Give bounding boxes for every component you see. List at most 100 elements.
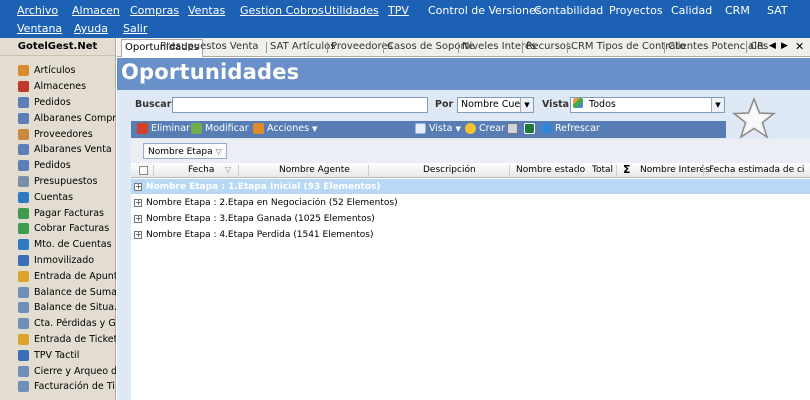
column-separator <box>509 165 510 176</box>
sidebar-item[interactable]: Pedidos <box>0 95 116 111</box>
menu-almacen[interactable]: Almacen <box>72 4 120 17</box>
excel-icon <box>524 123 535 134</box>
column-nombre-estado[interactable]: Nombre estado <box>516 165 585 175</box>
group-row[interactable]: + Nombre Etapa : 2.Etapa en Negociación … <box>131 195 810 210</box>
sidebar-item[interactable]: Cobrar Facturas <box>0 221 116 237</box>
sidebar-item[interactable]: Balance de Suma... <box>0 284 116 300</box>
sidebar-item[interactable]: Albaranes Venta <box>0 142 116 158</box>
data-grid: Fecha ▽ Nombre Agente Descripción Nombre… <box>131 163 810 400</box>
column-fecha[interactable]: Fecha <box>188 165 214 175</box>
main-panel: Oportunidades Buscar Por Nombre Cuenta ▼… <box>117 58 810 400</box>
expand-icon[interactable]: + <box>134 214 142 223</box>
tab-separator <box>383 42 384 53</box>
sidebar-item[interactable]: Proveedores <box>0 126 116 142</box>
menu-proyectos[interactable]: Proyectos <box>609 4 663 17</box>
menu-ventana[interactable]: Ventana <box>17 22 62 35</box>
sidebar-item[interactable]: Facturación de Ti... <box>0 379 116 395</box>
sidebar-item-label: Cobrar Facturas <box>34 223 110 235</box>
sidebar-item-label: Proveedores <box>34 128 93 140</box>
menu-gestion-cobros[interactable]: Gestion Cobros <box>240 4 324 17</box>
eliminar-button[interactable]: Eliminar <box>137 123 190 134</box>
refrescar-button[interactable]: Refrescar <box>541 123 600 134</box>
sidebar-item[interactable]: Cuentas <box>0 189 116 205</box>
sidebar-item[interactable]: Cta. Pérdidas y G... <box>0 316 116 332</box>
acciones-label: Acciones <box>267 123 310 134</box>
print-button[interactable] <box>507 123 521 134</box>
sum-icon[interactable]: Σ <box>623 163 631 176</box>
menu-salir[interactable]: Salir <box>123 22 147 35</box>
sidebar-item-label: Almacenes <box>34 81 87 93</box>
menu-sat[interactable]: SAT <box>767 4 788 17</box>
module-icon <box>18 96 29 108</box>
column-nombre-agente[interactable]: Nombre Agente <box>279 165 350 175</box>
module-icon <box>18 365 29 377</box>
menu-tpv[interactable]: TPV <box>388 4 409 17</box>
sidebar-item[interactable]: Balance de Situa... <box>0 300 116 316</box>
acciones-button[interactable]: Acciones ▼ <box>253 123 317 134</box>
chevron-down-icon[interactable]: ▼ <box>520 98 533 112</box>
vista-select[interactable]: Todos ▼ <box>570 97 725 113</box>
excel-button[interactable] <box>524 123 538 134</box>
menu-compras[interactable]: Compras <box>130 4 179 17</box>
menu-crm[interactable]: CRM <box>725 4 750 17</box>
column-descripcion[interactable]: Descripción <box>423 165 476 175</box>
group-row[interactable]: + Nombre Etapa : 1.Etapa Inicial (93 Ele… <box>131 179 810 194</box>
sidebar-item[interactable]: Pedidos <box>0 158 116 174</box>
modificar-button[interactable]: Modificar <box>191 123 249 134</box>
select-all-checkbox[interactable] <box>139 166 148 175</box>
column-nombre-interes[interactable]: Nombre Interés <box>640 165 710 175</box>
expand-icon[interactable]: + <box>134 182 142 191</box>
sidebar-item[interactable]: Presupuestos <box>0 174 116 190</box>
sidebar-item[interactable]: Pagar Facturas <box>0 205 116 221</box>
expand-icon[interactable]: + <box>134 230 142 239</box>
vista-button[interactable]: Vista ▼ <box>415 123 461 134</box>
expand-icon[interactable]: + <box>134 198 142 207</box>
sidebar-item[interactable]: TPV Tactil <box>0 347 116 363</box>
crear-button[interactable]: Crear <box>465 123 505 134</box>
sidebar-item[interactable]: Artículos <box>0 63 116 79</box>
sidebar-item[interactable]: Entrada de Tickets <box>0 332 116 348</box>
group-by-chip[interactable]: Nombre Etapa ▽ <box>143 143 227 159</box>
filter-icon[interactable]: ▽ <box>215 147 221 156</box>
module-icon <box>18 191 29 203</box>
menu-calidad[interactable]: Calidad <box>671 4 712 17</box>
sidebar-item[interactable]: Cierre y Arqueo d... <box>0 363 116 379</box>
menu-control-versiones[interactable]: Control de Versiones <box>428 4 541 17</box>
sidebar-item[interactable]: Inmovilizado <box>0 253 116 269</box>
sidebar-item-label: Cierre y Arqueo d... <box>34 365 116 377</box>
sidebar-item-label: Balance de Suma... <box>34 286 116 298</box>
menu-utilidades[interactable]: Utilidades <box>324 4 379 17</box>
sidebar-item[interactable]: Mto. de Cuentas <box>0 237 116 253</box>
column-total[interactable]: Total <box>592 165 613 175</box>
refresh-icon <box>541 123 552 134</box>
menu-archivo[interactable]: Archivo <box>17 4 58 17</box>
sidebar-item-label: Pedidos <box>34 96 71 108</box>
menu-contabilidad[interactable]: Contabilidad <box>534 4 603 17</box>
tab-close-icon[interactable]: ✕ <box>795 40 804 53</box>
tab-presupuestos-venta[interactable]: Presupuestos Venta <box>160 41 259 52</box>
group-row[interactable]: + Nombre Etapa : 3.Etapa Ganada (1025 El… <box>131 211 810 226</box>
column-fecha-estimada[interactable]: Fecha estimada de ci <box>709 165 810 175</box>
tab-strip: Oportunidades Presupuestos Venta SAT Art… <box>117 38 810 57</box>
tab-scroll-left-icon[interactable]: ◀ <box>769 41 776 51</box>
sidebar-item-label: Entrada de Tickets <box>34 333 116 345</box>
chevron-down-icon[interactable]: ▼ <box>711 98 724 112</box>
column-separator <box>577 165 578 176</box>
menu-ventas[interactable]: Ventas <box>188 4 225 17</box>
sidebar-item[interactable]: Entrada de Apunt... <box>0 268 116 284</box>
tab-sat-articulos[interactable]: SAT Artículos <box>270 41 335 52</box>
column-separator <box>616 165 617 176</box>
tab-scroll-right-icon[interactable]: ▶ <box>781 41 788 51</box>
sidebar-item-label: Albaranes Venta <box>34 144 112 156</box>
sort-icon[interactable]: ▽ <box>225 165 231 174</box>
tab-recursos[interactable]: Recursos <box>526 41 571 52</box>
search-input[interactable] <box>172 97 428 113</box>
tab-crm-truncated[interactable]: CRM <box>750 41 765 52</box>
por-select[interactable]: Nombre Cuenta ▼ <box>457 97 534 113</box>
sidebar-item[interactable]: Albaranes Compra <box>0 110 116 126</box>
favorite-star-icon[interactable] <box>731 96 777 142</box>
menu-ayuda[interactable]: Ayuda <box>74 22 108 35</box>
sidebar-item[interactable]: Almacenes <box>0 79 116 95</box>
module-icon <box>18 254 29 266</box>
group-row[interactable]: + Nombre Etapa : 4.Etapa Perdida (1541 E… <box>131 227 810 242</box>
